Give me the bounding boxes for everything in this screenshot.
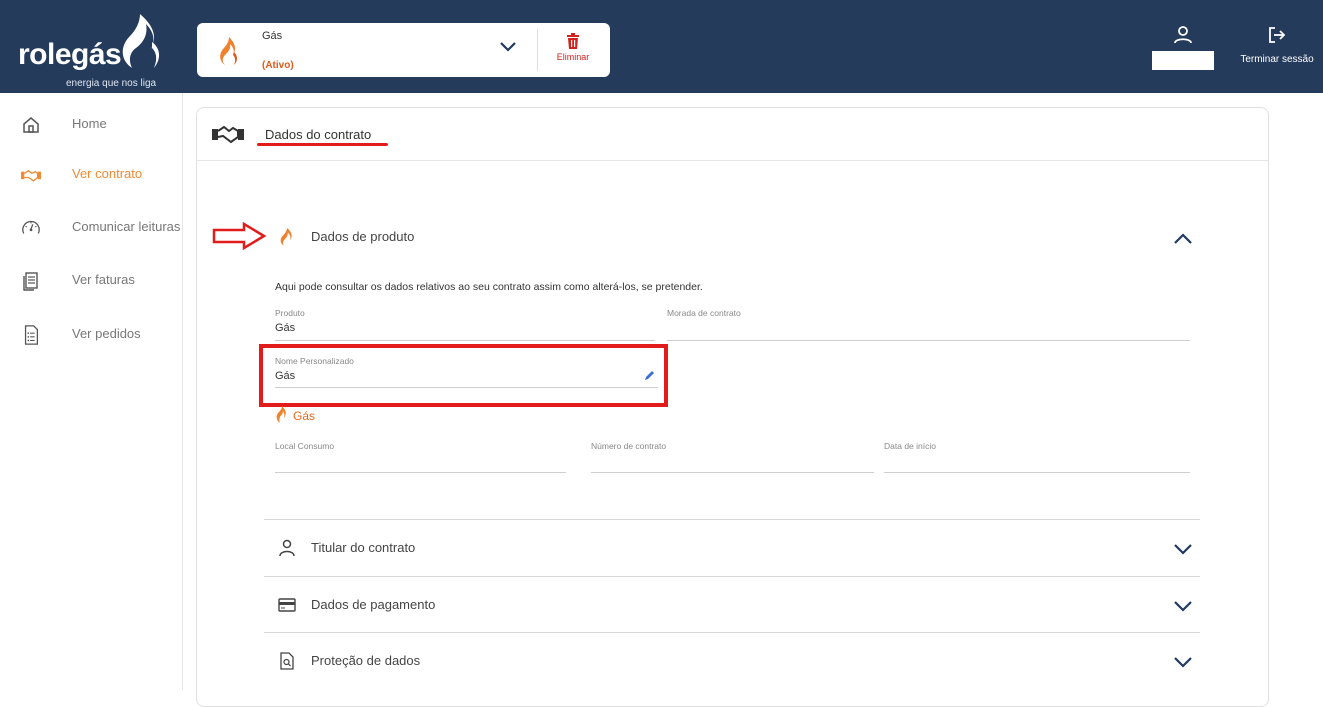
top-header: rolegás energia que nos liga Gás (Ativo)… [0,0,1323,93]
field-label: Morada de contrato [667,308,741,318]
sub-product-label: Gás [293,409,316,423]
home-icon [23,117,39,133]
user-name-field [1152,51,1214,70]
delete-label: Eliminar [556,52,590,62]
field-label: Local Consumo [275,441,335,451]
sidebar-item-ver-contrato[interactable]: Ver contrato [0,161,183,191]
field-value [275,455,566,468]
sub-product-gas: Gás [276,406,336,426]
arrow-right-annotation-icon [212,222,267,250]
handshake-icon [21,170,41,182]
sidebar-item-label: Ver pedidos [72,326,141,341]
card-header: Dados do contrato [197,108,1268,161]
morada-field: Morada de contrato [667,308,1190,341]
rolegas-logo[interactable]: rolegás energia que nos liga [18,12,178,92]
gas-flame-icon [280,228,292,246]
person-icon [279,539,295,557]
sidebar-item-label: Ver faturas [72,272,135,287]
sidebar-item-label: Ver contrato [72,166,143,181]
handshake-icon [212,125,244,144]
field-underline [275,472,566,473]
section-dados-pagamento[interactable]: Dados de pagamento [264,577,1200,633]
section-dados-produto[interactable]: Dados de produto [264,209,1200,265]
section-title: Dados de produto [311,229,415,244]
chevron-down-icon[interactable] [1174,544,1192,555]
chevron-down-icon[interactable] [499,41,517,53]
sidebar-item-comunicar-leituras[interactable]: Comunicar leituras [0,214,183,244]
highlight-box-annotation [259,344,668,407]
brand-tagline: energia que nos liga [66,78,157,89]
product-name: Gás [262,30,283,42]
intro-text: Aqui pode consultar os dados relativos a… [275,281,703,293]
field-label: Número de contrato [591,441,667,451]
produto-field: Produto Gás [275,308,655,341]
field-value: Gás [275,322,296,334]
logout-button[interactable]: Terminar sessão [1236,26,1318,72]
logout-icon [1269,27,1286,43]
gas-flame-icon [276,406,286,423]
sidebar-item-label: Comunicar leituras [72,219,181,234]
section-title: Titular do contrato [311,540,416,555]
local-consumo-field: Local Consumo [275,441,566,473]
product-selector[interactable]: Gás (Ativo) Eliminar [197,23,610,77]
gas-flame-icon [220,37,237,65]
data-inicio-field: Data de início [884,441,1190,473]
section-title: Dados de pagamento [311,597,436,612]
gauge-icon [22,220,40,234]
field-value [884,455,1190,468]
sidebar-item-label: Home [72,116,107,131]
page-title: Dados do contrato [265,127,372,142]
field-underline [275,340,655,341]
field-label: Produto [275,308,305,318]
list-document-icon [24,325,38,345]
sidebar-item-home[interactable]: Home [0,111,183,141]
section-title: Proteção de dados [311,653,421,668]
title-underline-annotation [257,143,388,146]
invoice-icon [23,272,38,291]
product-status: (Ativo) [262,60,294,71]
chevron-down-icon[interactable] [1174,657,1192,668]
field-value [667,322,1190,335]
chevron-down-icon[interactable] [1174,601,1192,612]
user-icon [1174,26,1192,44]
section-titular-contrato[interactable]: Titular do contrato [264,520,1200,576]
card-icon [278,598,296,612]
field-value [591,455,874,468]
sidebar-item-ver-pedidos[interactable]: Ver pedidos [0,321,183,351]
field-label: Data de início [884,441,936,451]
numero-contrato-field: Número de contrato [591,441,874,473]
field-underline [884,472,1190,473]
divider [537,29,538,71]
trash-icon [567,33,579,49]
user-menu[interactable] [1152,24,1214,70]
field-underline [667,340,1190,341]
section-protecao-dados[interactable]: Proteção de dados [264,633,1200,689]
logout-label: Terminar sessão [1240,54,1314,65]
sidebar-item-ver-faturas[interactable]: Ver faturas [0,267,183,297]
chevron-up-icon[interactable] [1174,233,1192,244]
sidebar: Home Ver contrato Comunicar leituras Ver… [0,93,183,690]
document-search-icon [280,652,294,670]
brand-name: rolegás [18,38,122,71]
delete-button[interactable]: Eliminar [543,33,603,69]
field-underline [591,472,874,473]
